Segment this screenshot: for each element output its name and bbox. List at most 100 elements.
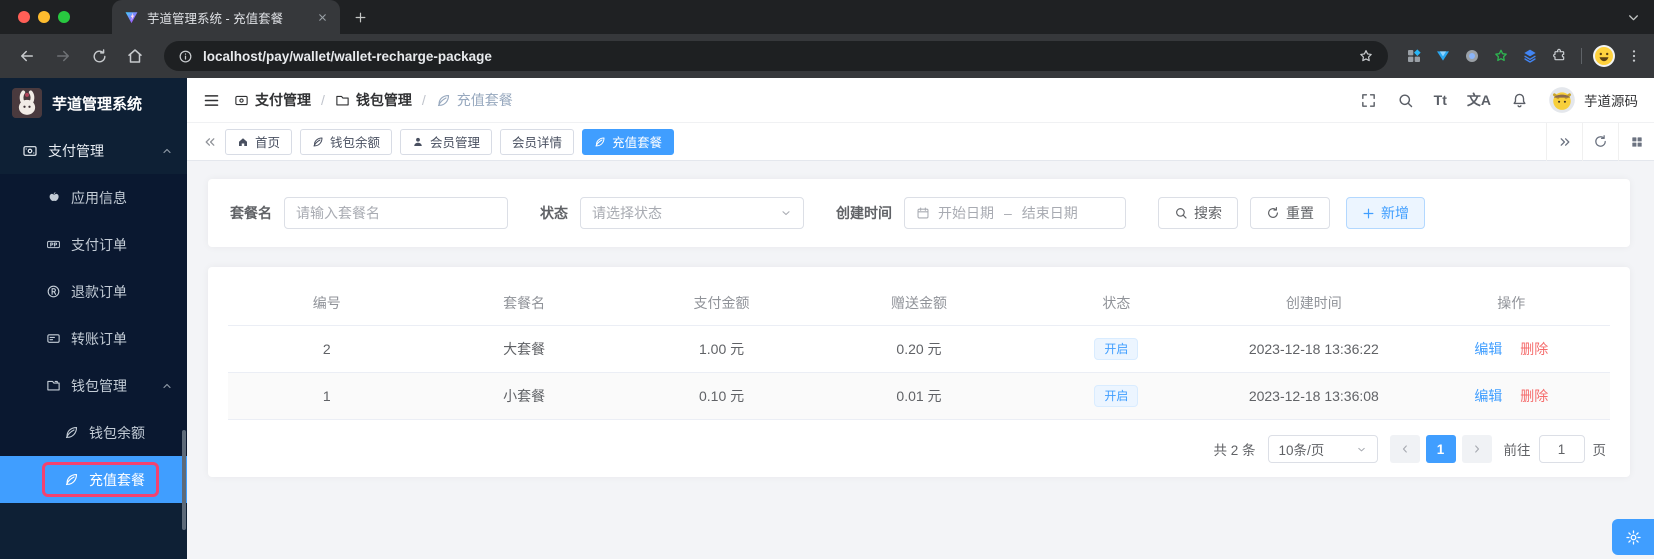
extension-grid-icon[interactable]: [1406, 48, 1422, 64]
app-title: 芋道管理系统: [52, 95, 143, 113]
reload-icon[interactable]: [84, 41, 114, 71]
theme-settings-button[interactable]: [1612, 519, 1654, 555]
browser-tab[interactable]: 芋道管理系统 - 充值套餐: [112, 0, 340, 34]
tab-search-icon[interactable]: [1627, 11, 1640, 24]
browser-tab-title: 芋道管理系统 - 充值套餐: [147, 11, 284, 26]
package-name-input[interactable]: [296, 205, 496, 221]
extension-layers-icon[interactable]: [1522, 48, 1538, 64]
page-tab-recharge-package[interactable]: 充值套餐: [582, 128, 675, 155]
table-row: 1 小套餐 0.10 元 0.01 元 开启 2023-12-18 13:36:…: [228, 372, 1610, 420]
folder-icon: [46, 378, 61, 393]
extension-star-icon[interactable]: [1493, 48, 1509, 64]
sidebar-item-payment-management[interactable]: 支付管理: [0, 128, 187, 174]
page-tab-home[interactable]: 首页: [225, 128, 293, 155]
breadcrumb-separator: /: [321, 92, 325, 108]
leaf-icon: [64, 472, 79, 487]
sidebar-menu: 支付管理 应用信息 支付订单 退款订单 转账订单 钱包管理 钱包余额 充值套餐: [0, 128, 187, 503]
filter-package-name: 套餐名: [230, 197, 508, 229]
registered-icon: [46, 284, 61, 299]
search-icon[interactable]: [1397, 92, 1414, 109]
banknote-icon: [22, 143, 38, 159]
reset-button[interactable]: 重置: [1250, 197, 1330, 229]
sidebar-item-wallet-management[interactable]: 钱包管理: [0, 362, 187, 409]
date-range-picker[interactable]: 开始日期 – 结束日期: [904, 197, 1126, 229]
status-select[interactable]: 请选择状态: [580, 197, 804, 229]
cell-name: 大套餐: [425, 325, 623, 373]
page-tab-member-management[interactable]: 会员管理: [400, 128, 493, 155]
window-close-button[interactable]: [18, 11, 30, 23]
tabs-scroll-left-icon[interactable]: [195, 135, 225, 149]
font-size-icon[interactable]: Tt: [1434, 92, 1447, 108]
cell-bonus: 0.01 元: [820, 372, 1018, 420]
home-icon[interactable]: [120, 41, 150, 71]
bookmark-star-icon[interactable]: [1358, 48, 1374, 64]
app: 芋道管理系统 支付管理 应用信息 支付订单 退款订单 转账订单 钱包管理 钱包余…: [0, 78, 1654, 559]
window-minimize-button[interactable]: [38, 11, 50, 23]
breadcrumb: 支付管理 / 钱包管理 / 充值套餐: [234, 90, 513, 110]
sidebar-item-wallet-balance[interactable]: 钱包余额: [0, 409, 187, 456]
page-number-1[interactable]: 1: [1425, 435, 1456, 463]
url-bar[interactable]: localhost/pay/wallet/wallet-recharge-pac…: [164, 41, 1388, 71]
next-page-icon[interactable]: [1461, 435, 1492, 463]
browser-menu-icon[interactable]: [1626, 48, 1642, 64]
cell-id: 2: [228, 325, 426, 373]
cell-created: 2023-12-18 13:36:08: [1215, 372, 1413, 420]
app-logo[interactable]: 芋道管理系统: [0, 78, 187, 128]
breadcrumb-item-recharge-package: 充值套餐: [436, 90, 513, 110]
add-button[interactable]: 新增: [1346, 197, 1425, 229]
extension-vue-devtools-icon[interactable]: [1435, 48, 1451, 64]
fullscreen-icon[interactable]: [1360, 92, 1377, 109]
tab-close-icon[interactable]: [317, 12, 328, 23]
table-row: 2 大套餐 1.00 元 0.20 元 开启 2023-12-18 13:36:…: [228, 325, 1610, 373]
profile-avatar[interactable]: [1592, 44, 1616, 68]
sidebar-item-refund-orders[interactable]: 退款订单: [0, 268, 187, 315]
user-menu[interactable]: 芋道源码: [1548, 86, 1638, 114]
sidebar-item-recharge-package[interactable]: 充值套餐: [0, 456, 187, 503]
chevron-down-icon: [780, 207, 792, 219]
package-name-input-wrap: [284, 197, 508, 229]
refresh-page-icon[interactable]: [1582, 122, 1618, 161]
cell-bonus: 0.20 元: [820, 325, 1018, 373]
collapse-menu-icon[interactable]: [203, 92, 220, 109]
layout-grid-icon[interactable]: [1618, 122, 1654, 161]
page-size-select[interactable]: 10条/页: [1267, 435, 1378, 463]
sidebar-item-app-info[interactable]: 应用信息: [0, 174, 187, 221]
page-tab-wallet-balance[interactable]: 钱包余额: [300, 128, 393, 155]
locale-icon[interactable]: 文A: [1467, 90, 1491, 110]
sidebar-item-label: 转账订单: [71, 330, 127, 347]
prev-page-icon[interactable]: [1389, 435, 1420, 463]
extension-circle-icon[interactable]: [1464, 48, 1480, 64]
filter-create-time: 创建时间 开始日期 – 结束日期: [836, 197, 1126, 229]
back-icon[interactable]: [12, 41, 42, 71]
new-tab-button[interactable]: [354, 11, 367, 24]
toolbar-divider: [1581, 48, 1582, 64]
delete-link[interactable]: 删除: [1520, 341, 1548, 357]
extensions-puzzle-icon[interactable]: [1551, 48, 1567, 64]
app-header: 支付管理 / 钱包管理 / 充值套餐 Tt 文A 芋道源码: [187, 78, 1654, 123]
cell-pay: 0.10 元: [622, 372, 821, 420]
chevron-up-icon: [161, 145, 173, 157]
search-button[interactable]: 搜索: [1158, 197, 1238, 229]
col-status: 状态: [1017, 281, 1216, 326]
tabs-scroll-right-icon[interactable]: [1546, 122, 1582, 161]
edit-link[interactable]: 编辑: [1474, 388, 1502, 404]
breadcrumb-item-wallet[interactable]: 钱包管理: [335, 90, 412, 110]
delete-link[interactable]: 删除: [1520, 388, 1548, 404]
page-unit-label: 页: [1592, 443, 1607, 458]
sidebar-item-payment-orders[interactable]: 支付订单: [0, 221, 187, 268]
screen: 芋道管理系统 - 充值套餐 localhost/pay/wallet/walle…: [0, 0, 1654, 559]
window-zoom-button[interactable]: [58, 11, 70, 23]
forward-icon[interactable]: [48, 41, 78, 71]
edit-link[interactable]: 编辑: [1474, 341, 1502, 357]
goto-page-input[interactable]: [1538, 435, 1585, 463]
breadcrumb-item-payment[interactable]: 支付管理: [234, 90, 311, 110]
sidebar-item-transfer-orders[interactable]: 转账订单: [0, 315, 187, 362]
start-date-placeholder: 开始日期: [938, 205, 994, 221]
notification-bell-icon[interactable]: [1511, 92, 1528, 109]
site-info-icon[interactable]: [178, 49, 193, 64]
page-tab-member-detail[interactable]: 会员详情: [500, 128, 575, 155]
status-badge: 开启: [1094, 385, 1139, 407]
sidebar-scrollbar[interactable]: [182, 430, 186, 530]
card-icon: [46, 331, 61, 346]
user-icon: [412, 136, 424, 148]
